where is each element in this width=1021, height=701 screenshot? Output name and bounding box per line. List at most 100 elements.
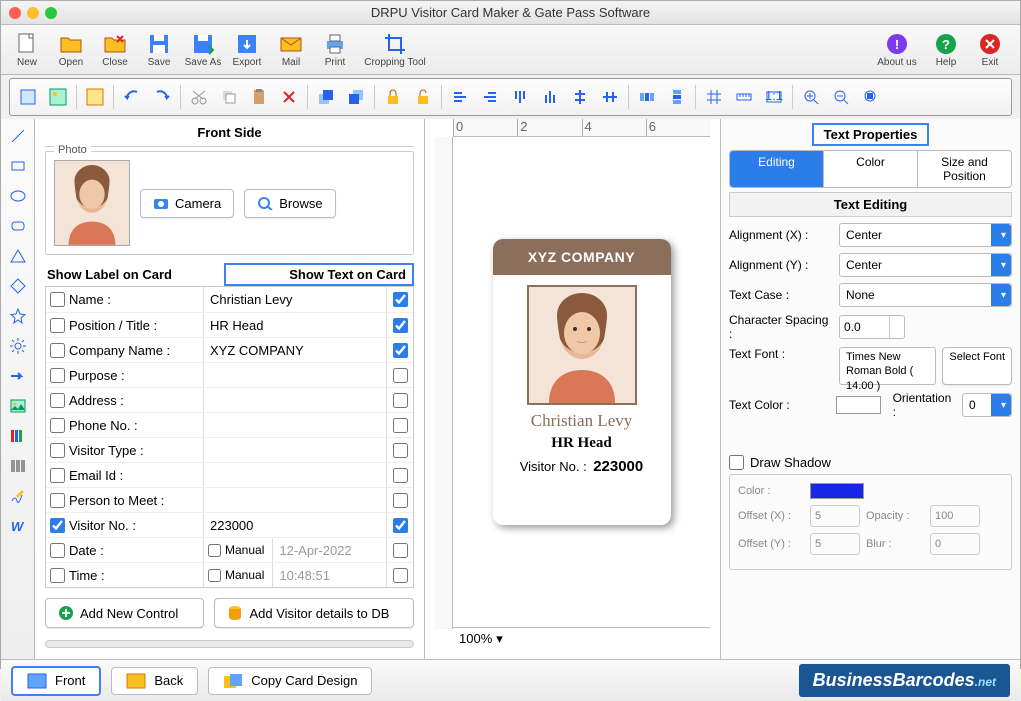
id-card-preview[interactable]: XYZ COMPANY Christian Levy HR Head Visit… [493, 239, 671, 525]
label-checkbox[interactable] [50, 418, 65, 433]
add-db-button[interactable]: Add Visitor details to DB [214, 598, 414, 628]
grid-icon[interactable] [700, 83, 728, 111]
manual-checkbox[interactable] [208, 543, 221, 558]
text-checkbox[interactable] [393, 418, 408, 433]
shadow-oy-input[interactable]: 5 [810, 533, 860, 555]
wordart-tool-icon[interactable]: W [5, 513, 31, 539]
canvas[interactable]: XYZ COMPANY Christian Levy HR Head Visit… [453, 137, 710, 627]
props-icon[interactable] [14, 83, 42, 111]
align-top-icon[interactable] [506, 83, 534, 111]
field-input[interactable] [204, 363, 386, 387]
add-control-button[interactable]: Add New Control [45, 598, 204, 628]
bring-front-icon[interactable] [312, 83, 340, 111]
field-input[interactable] [204, 338, 386, 362]
text-checkbox[interactable] [393, 568, 408, 583]
image-icon[interactable] [44, 83, 72, 111]
open-button[interactable]: Open [51, 32, 91, 68]
label-checkbox[interactable] [50, 368, 65, 383]
rect-tool-icon[interactable] [5, 153, 31, 179]
field-input[interactable] [204, 313, 386, 337]
print-button[interactable]: Print [315, 32, 355, 68]
ruler-icon[interactable] [730, 83, 758, 111]
tab-sizepos[interactable]: Size and Position [917, 151, 1011, 187]
align-right-icon[interactable] [476, 83, 504, 111]
lock-icon[interactable] [379, 83, 407, 111]
front-tab-button[interactable]: Front [11, 666, 101, 696]
text-case-select[interactable]: None [839, 283, 1012, 307]
unlock-icon[interactable] [409, 83, 437, 111]
distribute-v-icon[interactable] [663, 83, 691, 111]
arrow-tool-icon[interactable] [5, 363, 31, 389]
browse-button[interactable]: Browse [244, 189, 335, 218]
actual-size-icon[interactable]: 1:1 [760, 83, 788, 111]
triangle-tool-icon[interactable] [5, 243, 31, 269]
zoom-in-icon[interactable] [797, 83, 825, 111]
text-checkbox[interactable] [393, 543, 408, 558]
roundrect-tool-icon[interactable] [5, 213, 31, 239]
tab-color[interactable]: Color [823, 151, 917, 187]
mail-button[interactable]: Mail [271, 32, 311, 68]
distribute-h-icon[interactable] [633, 83, 661, 111]
back-tab-button[interactable]: Back [111, 667, 198, 695]
paste-icon[interactable] [245, 83, 273, 111]
tab-editing[interactable]: Editing [730, 151, 823, 187]
draw-shadow-checkbox[interactable]: Draw Shadow [729, 455, 1012, 470]
exit-button[interactable]: Exit [970, 32, 1010, 68]
text-checkbox[interactable] [393, 468, 408, 483]
label-checkbox[interactable] [50, 468, 65, 483]
text-checkbox[interactable] [393, 343, 408, 358]
align-bottom-icon[interactable] [536, 83, 564, 111]
shadow-blur-input[interactable]: 0 [930, 533, 980, 555]
label-checkbox[interactable] [50, 568, 65, 583]
close-button[interactable]: Close [95, 32, 135, 68]
text-checkbox[interactable] [393, 518, 408, 533]
saveas-button[interactable]: Save As [183, 32, 223, 68]
show-text-header[interactable]: Show Text on Card [224, 263, 415, 286]
manual-checkbox[interactable] [208, 568, 221, 583]
text-checkbox[interactable] [393, 318, 408, 333]
align-vcenter-icon[interactable] [596, 83, 624, 111]
select-font-button[interactable]: Select Font [942, 347, 1012, 385]
field-input[interactable] [204, 413, 386, 437]
text-color-swatch[interactable] [836, 396, 881, 414]
image-tool-icon[interactable] [5, 393, 31, 419]
diamond-tool-icon[interactable] [5, 273, 31, 299]
shadow-opacity-input[interactable]: 100 [930, 505, 980, 527]
shadow-color-swatch[interactable] [810, 483, 864, 499]
text-checkbox[interactable] [393, 443, 408, 458]
send-back-icon[interactable] [342, 83, 370, 111]
cut-icon[interactable] [185, 83, 213, 111]
barcode-tool-icon[interactable] [5, 453, 31, 479]
align-left-icon[interactable] [446, 83, 474, 111]
orientation-select[interactable]: 0 [962, 393, 1012, 417]
burst-tool-icon[interactable] [5, 333, 31, 359]
field-input[interactable] [204, 463, 386, 487]
help-button[interactable]: ?Help [926, 32, 966, 68]
field-input[interactable] [204, 488, 386, 512]
photo-thumbnail[interactable] [54, 160, 130, 246]
field-input[interactable] [204, 287, 386, 312]
field-input[interactable] [204, 438, 386, 462]
align-x-select[interactable]: Center [839, 223, 1012, 247]
save-button[interactable]: Save [139, 32, 179, 68]
signature-tool-icon[interactable] [5, 483, 31, 509]
zoom-out-icon[interactable] [827, 83, 855, 111]
export-button[interactable]: Export [227, 32, 267, 68]
label-checkbox[interactable] [50, 493, 65, 508]
undo-icon[interactable] [118, 83, 146, 111]
scrollbar-h[interactable] [45, 640, 414, 648]
label-checkbox[interactable] [50, 518, 65, 533]
copy-design-button[interactable]: Copy Card Design [208, 667, 372, 695]
ellipse-tool-icon[interactable] [5, 183, 31, 209]
delete-icon[interactable] [275, 83, 303, 111]
label-checkbox[interactable] [50, 343, 65, 358]
label-checkbox[interactable] [50, 443, 65, 458]
align-hcenter-icon[interactable] [566, 83, 594, 111]
crop-button[interactable]: Cropping Tool [359, 32, 431, 68]
copy-icon[interactable] [215, 83, 243, 111]
label-checkbox[interactable] [50, 318, 65, 333]
line-tool-icon[interactable] [5, 123, 31, 149]
about-button[interactable]: !About us [872, 32, 922, 68]
char-spacing-input[interactable]: 0.0 [839, 315, 905, 339]
zoom-fit-icon[interactable] [857, 83, 885, 111]
